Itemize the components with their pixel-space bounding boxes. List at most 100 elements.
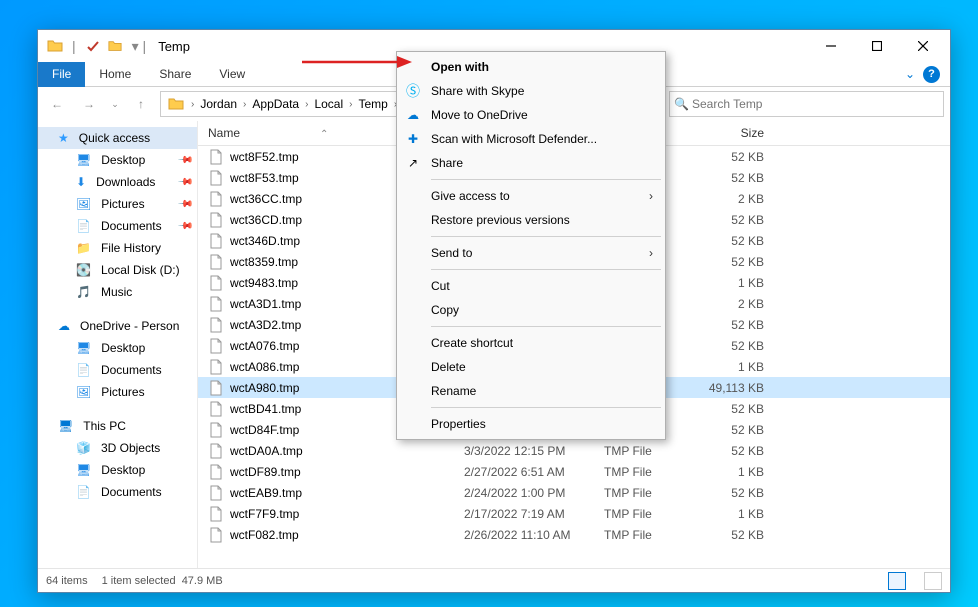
ribbon-view-tab[interactable]: View — [205, 62, 259, 87]
sidebar-item-icon: 🖼 — [76, 385, 91, 399]
file-date: 2/27/2022 6:51 AM — [464, 465, 604, 479]
sidebar-item[interactable]: 🧊3D Objects — [38, 437, 197, 459]
file-name: wctA3D1.tmp — [230, 297, 301, 311]
file-icon — [208, 359, 224, 375]
file-icon — [208, 191, 224, 207]
ribbon-file-tab[interactable]: File — [38, 62, 85, 87]
ctx-restore[interactable]: Restore previous versions — [399, 208, 663, 232]
file-date: 3/3/2022 12:15 PM — [464, 444, 604, 458]
table-row[interactable]: wctEAB9.tmp2/24/2022 1:00 PMTMP File52 K… — [198, 482, 950, 503]
sidebar: ★ Quick access 🖥Desktop📌⬇Downloads📌🖼Pict… — [38, 121, 198, 568]
sidebar-item[interactable]: ⬇Downloads📌 — [38, 171, 197, 193]
file-size: 52 KB — [694, 150, 774, 164]
ctx-share[interactable]: ↗Share — [399, 151, 663, 175]
view-large-button[interactable] — [924, 572, 942, 590]
file-date: 2/24/2022 1:00 PM — [464, 486, 604, 500]
crumb-0[interactable]: Jordan — [198, 97, 239, 111]
file-name: wctF7F9.tmp — [230, 507, 299, 521]
file-icon — [208, 506, 224, 522]
file-type: TMP File — [604, 444, 694, 458]
sidebar-item[interactable]: 🖥Desktop — [38, 337, 197, 359]
blank-icon — [405, 59, 421, 75]
folder-small-icon[interactable] — [107, 38, 123, 54]
file-size: 52 KB — [694, 171, 774, 185]
file-size: 1 KB — [694, 360, 774, 374]
search-box[interactable]: 🔍 — [669, 91, 944, 117]
file-size: 1 KB — [694, 465, 774, 479]
chevron-right-icon[interactable]: › — [349, 99, 352, 110]
ctx-skype[interactable]: ⓈShare with Skype — [399, 79, 663, 103]
file-name: wct8F53.tmp — [230, 171, 299, 185]
sidebar-item[interactable]: 📄Documents — [38, 481, 197, 503]
ctx-onedrive[interactable]: ☁Move to OneDrive — [399, 103, 663, 127]
table-row[interactable]: wctF082.tmp2/26/2022 11:10 AMTMP File52 … — [198, 524, 950, 545]
sidebar-quick-access[interactable]: ★ Quick access — [38, 127, 197, 149]
view-details-button[interactable] — [888, 572, 906, 590]
sidebar-item[interactable]: 🎵Music — [38, 281, 197, 303]
file-name: wct8359.tmp — [230, 255, 298, 269]
ctx-properties[interactable]: Properties — [399, 412, 663, 436]
file-name: wct36CC.tmp — [230, 192, 302, 206]
close-button[interactable] — [900, 30, 946, 62]
back-button[interactable]: ← — [44, 91, 70, 117]
ctx-open-with[interactable]: Open with — [399, 55, 663, 79]
ribbon-collapse-icon[interactable]: ⌄ — [905, 67, 915, 81]
quick-save-icon[interactable] — [85, 38, 101, 54]
file-size: 49,113 KB — [694, 381, 774, 395]
chevron-right-icon[interactable]: › — [305, 99, 308, 110]
sidebar-item-icon: ⬇ — [76, 175, 86, 189]
maximize-button[interactable] — [854, 30, 900, 62]
file-type: TMP File — [604, 465, 694, 479]
crumb-2[interactable]: Local — [312, 97, 345, 111]
chevron-right-icon[interactable]: › — [243, 99, 246, 110]
help-icon[interactable]: ? — [923, 66, 940, 83]
file-icon — [208, 296, 224, 312]
file-name: wct8F52.tmp — [230, 150, 299, 164]
search-icon: 🔍 — [674, 97, 689, 111]
ctx-send-to[interactable]: Send to› — [399, 241, 663, 265]
sidebar-item[interactable]: 🖼Pictures — [38, 381, 197, 403]
file-name: wctA086.tmp — [230, 360, 299, 374]
chevron-right-icon[interactable]: › — [191, 99, 194, 110]
forward-button[interactable]: → — [76, 91, 102, 117]
ctx-cut[interactable]: Cut — [399, 274, 663, 298]
sidebar-item[interactable]: 📄Documents📌 — [38, 215, 197, 237]
table-row[interactable]: wctDA0A.tmp3/3/2022 12:15 PMTMP File52 K… — [198, 440, 950, 461]
sidebar-item-icon: 🧊 — [76, 441, 91, 455]
sidebar-item[interactable]: 🖥Desktop — [38, 459, 197, 481]
titlebar-sep2: ▾ | — [132, 38, 147, 55]
sidebar-item[interactable]: 🖼Pictures📌 — [38, 193, 197, 215]
sidebar-item[interactable]: 🖥Desktop📌 — [38, 149, 197, 171]
sidebar-item-icon: 🖥 — [76, 463, 91, 477]
file-name: wctDA0A.tmp — [230, 444, 303, 458]
file-size: 2 KB — [694, 192, 774, 206]
sidebar-onedrive[interactable]: ☁ OneDrive - Person — [38, 315, 197, 337]
sidebar-item-icon: 📄 — [76, 363, 91, 377]
crumb-3[interactable]: Temp — [356, 97, 389, 111]
recent-dropdown[interactable]: ⌄ — [108, 91, 122, 117]
file-size: 52 KB — [694, 423, 774, 437]
sidebar-item[interactable]: 💽Local Disk (D:) — [38, 259, 197, 281]
ctx-shortcut[interactable]: Create shortcut — [399, 331, 663, 355]
star-icon: ★ — [58, 131, 69, 145]
crumb-1[interactable]: AppData — [250, 97, 301, 111]
file-icon — [208, 254, 224, 270]
ctx-give-access[interactable]: Give access to› — [399, 184, 663, 208]
file-icon — [208, 464, 224, 480]
column-size[interactable]: Size — [694, 126, 774, 140]
sidebar-item[interactable]: 📁File History — [38, 237, 197, 259]
ribbon-home-tab[interactable]: Home — [85, 62, 145, 87]
file-type: TMP File — [604, 486, 694, 500]
ctx-delete[interactable]: Delete — [399, 355, 663, 379]
sidebar-item[interactable]: 📄Documents — [38, 359, 197, 381]
ribbon-share-tab[interactable]: Share — [145, 62, 205, 87]
ctx-copy[interactable]: Copy — [399, 298, 663, 322]
table-row[interactable]: wctDF89.tmp2/27/2022 6:51 AMTMP File1 KB — [198, 461, 950, 482]
minimize-button[interactable] — [808, 30, 854, 62]
up-button[interactable]: ↑ — [128, 91, 154, 117]
search-input[interactable] — [670, 92, 943, 116]
table-row[interactable]: wctF7F9.tmp2/17/2022 7:19 AMTMP File1 KB — [198, 503, 950, 524]
ctx-rename[interactable]: Rename — [399, 379, 663, 403]
ctx-defender[interactable]: ✚Scan with Microsoft Defender... — [399, 127, 663, 151]
sidebar-this-pc[interactable]: 🖥 This PC — [38, 415, 197, 437]
